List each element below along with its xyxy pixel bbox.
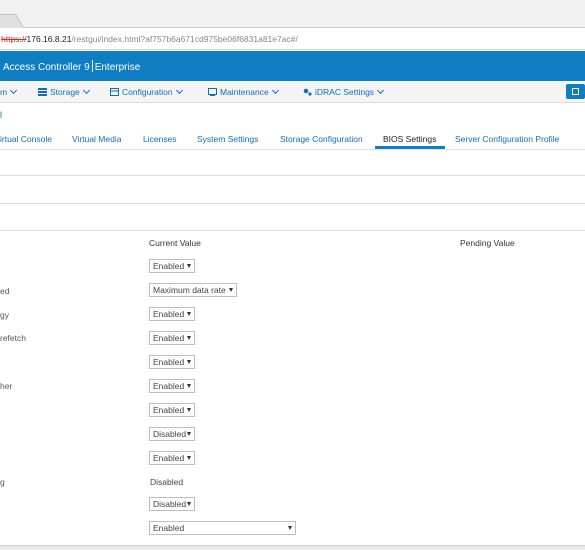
attribute-select[interactable]: Enabled [149, 379, 195, 393]
window-icon [572, 88, 579, 95]
attribute-select[interactable]: Enabled [149, 307, 195, 321]
attribute-select[interactable]: Disabled [149, 427, 195, 441]
select-value: Maximum data rate [153, 285, 226, 295]
chevron-down-icon [377, 86, 385, 95]
caret-down-icon [187, 456, 191, 460]
chevron-down-icon [10, 86, 18, 95]
configuration-icon [110, 88, 119, 96]
tab-system-settings[interactable]: System Settings [197, 134, 258, 144]
attribute-select[interactable]: Enabled [149, 355, 195, 369]
attribute-static-value: Disabled [150, 477, 184, 487]
select-value: Enabled [153, 381, 185, 391]
sub-tabs: irtual Console Virtual Media Licenses Sy… [0, 128, 585, 150]
chevron-down-icon [271, 86, 279, 95]
select-value: Enabled [153, 453, 185, 463]
tab-virtual-console[interactable]: irtual Console [0, 134, 52, 144]
caret-down-icon [288, 526, 292, 530]
select-value: Disabled [153, 499, 187, 509]
nav-item-system[interactable]: m [0, 86, 18, 97]
nav-item-idrac-settings[interactable]: iDRAC Settings [303, 86, 385, 97]
maintenance-icon [208, 88, 217, 96]
attribute-select[interactable]: Disabled [149, 497, 195, 511]
nav-item-label: m [0, 87, 8, 97]
url-host: 176.16.8.21 [26, 34, 72, 44]
tab-virtual-media[interactable]: Virtual Media [72, 134, 121, 144]
tab-storage-configuration[interactable]: Storage Configuration [280, 134, 363, 144]
window-button[interactable] [566, 84, 585, 99]
nav-item-storage[interactable]: Storage [38, 86, 90, 97]
browser-tabstrip [0, 0, 585, 28]
breadcrumb[interactable]: l [0, 110, 2, 120]
select-value: Enabled [153, 357, 185, 367]
url-text[interactable]: https://176.16.8.21/restgui/index.html?a… [1, 34, 298, 44]
section-divider [0, 175, 585, 176]
attribute-label: her [0, 381, 13, 391]
attribute-label: g [0, 477, 5, 487]
select-value: Enabled [153, 523, 185, 533]
nav-item-label: Storage [50, 87, 80, 97]
caret-down-icon [229, 288, 233, 292]
tab-bios-settings[interactable]: BIOS Settings [383, 134, 436, 144]
caret-down-icon [187, 360, 191, 364]
caret-down-icon [187, 384, 191, 388]
main-nav: m Storage Configuration Maintenance iDRA… [0, 81, 585, 103]
select-value: Disabled [153, 429, 187, 439]
settings-icon [303, 88, 312, 96]
nav-item-label: Configuration [122, 87, 173, 97]
caret-down-icon [187, 502, 191, 506]
attribute-label: gy [0, 310, 9, 320]
url-scheme: https:// [1, 34, 27, 44]
select-value: Enabled [153, 309, 185, 319]
chevron-down-icon [175, 86, 183, 95]
nav-item-label: Maintenance [220, 87, 269, 97]
bios-attributes-table: Current Value Pending Value Enabled ed M… [0, 231, 585, 550]
column-header-pending-value: Pending Value [460, 238, 515, 248]
attribute-select[interactable]: Enabled [149, 521, 296, 535]
nav-item-configuration[interactable]: Configuration [110, 86, 183, 97]
caret-down-icon [187, 432, 191, 436]
caret-down-icon [187, 312, 191, 316]
app-header: Access Controller 9 Enterprise [0, 51, 585, 81]
select-value: Enabled [153, 333, 185, 343]
title-separator [91, 60, 93, 72]
attribute-label: refetch [0, 333, 26, 343]
url-path: /restgui/index.html?af757b6a671cd975be06… [71, 34, 298, 44]
caret-down-icon [187, 336, 191, 340]
browser-tab[interactable] [0, 14, 25, 28]
tab-server-configuration-profile[interactable]: Server Configuration Profile [455, 134, 559, 144]
app-title-product: Access Controller 9 [3, 62, 90, 73]
attribute-select[interactable]: Enabled [149, 259, 195, 273]
horizontal-scrollbar[interactable] [0, 545, 585, 550]
attribute-select[interactable]: Maximum data rate [149, 283, 237, 297]
storage-icon [38, 88, 47, 96]
caret-down-icon [187, 408, 191, 412]
attribute-label: ed [0, 286, 10, 296]
section-divider [0, 203, 585, 204]
column-header-current-value: Current Value [149, 238, 201, 248]
active-tab-indicator [375, 146, 445, 149]
app-title-edition: Enterprise [94, 62, 141, 73]
nav-item-maintenance[interactable]: Maintenance [208, 86, 279, 97]
select-value: Enabled [153, 405, 185, 415]
app-title: Access Controller 9 Enterprise [3, 60, 140, 73]
address-bar[interactable]: https://176.16.8.21/restgui/index.html?a… [0, 29, 585, 50]
attribute-select[interactable]: Enabled [149, 451, 195, 465]
select-value: Enabled [153, 261, 185, 271]
caret-down-icon [187, 264, 191, 268]
nav-item-label: iDRAC Settings [315, 87, 375, 97]
attribute-select[interactable]: Enabled [149, 403, 195, 417]
chevron-down-icon [82, 86, 90, 95]
attribute-select[interactable]: Enabled [149, 331, 195, 345]
tab-licenses[interactable]: Licenses [143, 134, 177, 144]
